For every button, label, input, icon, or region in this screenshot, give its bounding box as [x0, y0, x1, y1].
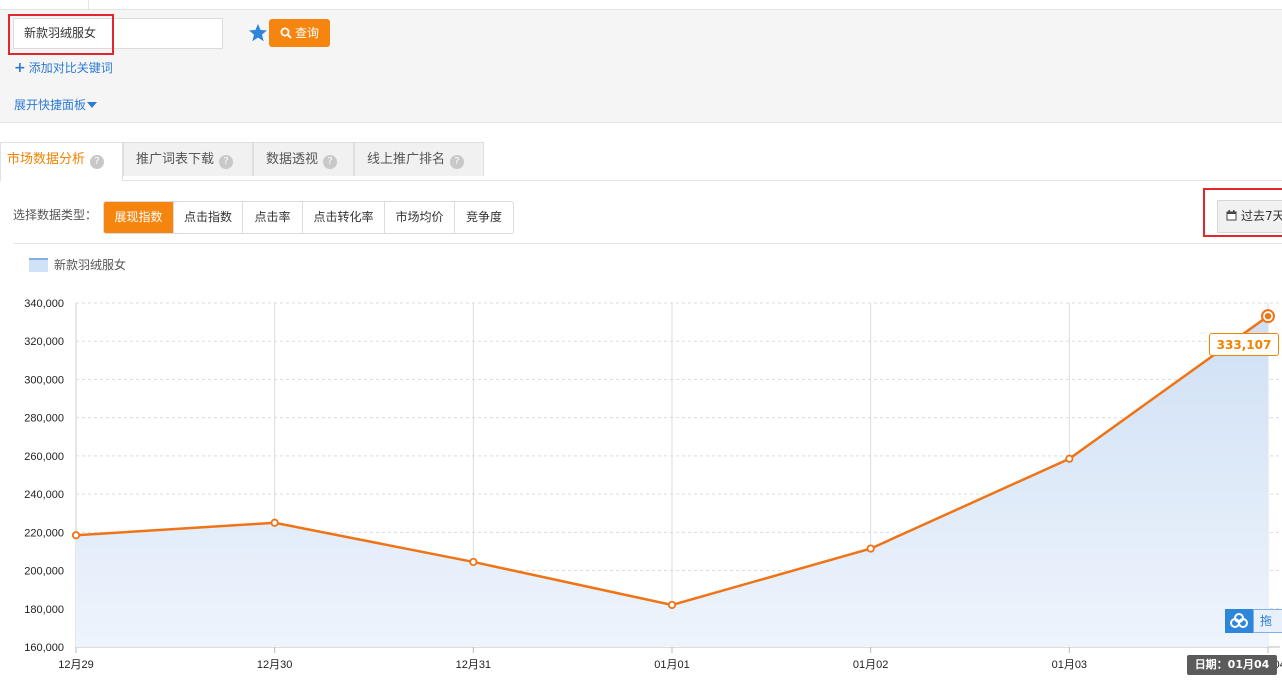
plus-icon: + — [14, 60, 26, 76]
data-type-avg-price[interactable]: 市场均价 — [385, 202, 455, 233]
data-point — [667, 600, 677, 610]
y-tick-label: 340,000 — [24, 298, 64, 310]
chart-legend[interactable]: 新款羽绒服女 — [29, 256, 126, 273]
tab-label: 线上推广排名 — [367, 152, 446, 167]
tab-keyword-download[interactable]: 推广词表下载? — [123, 142, 253, 176]
x-tick-label: 12月31 — [456, 659, 491, 671]
favorite-star-icon[interactable] — [248, 23, 268, 43]
data-type-label: 选择数据类型： — [13, 208, 98, 222]
share-icon — [1225, 609, 1253, 633]
tab-label: 推广词表下载 — [136, 152, 215, 167]
tab-label: 数据透视 — [266, 152, 319, 167]
date-range-button[interactable]: 过去7天 — [1217, 200, 1282, 233]
top-tab-stub — [0, 0, 89, 9]
help-icon[interactable]: ? — [323, 155, 338, 169]
y-tick-label: 300,000 — [24, 374, 64, 386]
tab-online-ranking[interactable]: 线上推广排名? — [354, 142, 484, 176]
caret-down-icon — [87, 102, 98, 108]
expand-panel-label: 展开快捷面板 — [14, 98, 87, 112]
data-type-selector: 展现指数 点击指数 点击率 点击转化率 市场均价 竞争度 — [103, 201, 514, 234]
data-point — [1065, 454, 1074, 463]
query-button-label: 查询 — [294, 26, 319, 40]
line-area-chart: 160,000 180,000 200,000 220,000 240,000 260,0… — [24, 298, 1282, 671]
keyword-input[interactable]: 新款羽绒服女 — [13, 18, 223, 49]
x-tick-label: 12月30 — [257, 659, 292, 671]
x-tick-label: 01月03 — [1052, 659, 1087, 671]
data-point — [270, 518, 279, 527]
y-tick-label: 320,000 — [24, 336, 64, 348]
legend-swatch — [29, 258, 48, 272]
y-tick-label: 180,000 — [24, 604, 64, 616]
top-strip — [0, 0, 1282, 10]
divider — [14, 243, 1282, 244]
search-panel: 新款羽绒服女 查询 + 添加对比关键词 展开快捷面板 — [0, 10, 1282, 123]
y-tick-label: 220,000 — [24, 527, 64, 539]
help-icon[interactable]: ? — [219, 155, 234, 169]
legend-series-name: 新款羽绒服女 — [54, 258, 127, 272]
tab-bar: 市场数据分析? 推广词表下载? 数据透视? 线上推广排名? — [0, 142, 1282, 181]
y-tick-label: 200,000 — [24, 566, 64, 578]
calendar-icon — [1226, 210, 1237, 221]
floating-share-button[interactable]: 拖 — [1225, 609, 1282, 633]
value-tooltip: 333,107 — [1209, 333, 1279, 356]
add-compare-keyword-link[interactable]: + 添加对比关键词 — [14, 59, 113, 76]
data-type-competition[interactable]: 竞争度 — [455, 202, 513, 233]
data-type-conversion[interactable]: 点击转化率 — [303, 202, 385, 233]
date-tooltip: 日期：01月04 — [1187, 655, 1277, 675]
query-button[interactable]: 查询 — [269, 19, 330, 47]
add-compare-label: 添加对比关键词 — [28, 61, 113, 75]
y-tick-label: 260,000 — [24, 451, 64, 463]
data-type-impression[interactable]: 展现指数 — [104, 202, 174, 233]
x-tick-label: 01月02 — [853, 659, 888, 671]
data-type-click-index[interactable]: 点击指数 — [174, 202, 243, 233]
data-point — [469, 557, 478, 567]
highlight-point-center — [1264, 312, 1272, 320]
floating-button-label: 拖 — [1253, 609, 1282, 633]
date-range-label: 过去7天 — [1241, 209, 1282, 223]
help-icon[interactable]: ? — [90, 155, 105, 169]
tab-market-analysis[interactable]: 市场数据分析? — [0, 142, 123, 181]
y-tick-label: 160,000 — [24, 642, 64, 654]
data-type-ctr[interactable]: 点击率 — [243, 202, 303, 233]
tab-data-pivot[interactable]: 数据透视? — [253, 142, 354, 176]
x-tick-label: 01月01 — [654, 659, 689, 671]
help-icon[interactable]: ? — [450, 155, 465, 169]
data-point — [866, 544, 875, 553]
y-tick-label: 240,000 — [24, 489, 64, 501]
search-icon — [280, 27, 292, 39]
data-point — [71, 531, 81, 540]
y-tick-label: 280,000 — [24, 413, 64, 425]
x-tick-label: 12月29 — [58, 659, 93, 671]
expand-panel-link[interactable]: 展开快捷面板 — [14, 96, 98, 113]
tab-label: 市场数据分析 — [7, 152, 86, 167]
